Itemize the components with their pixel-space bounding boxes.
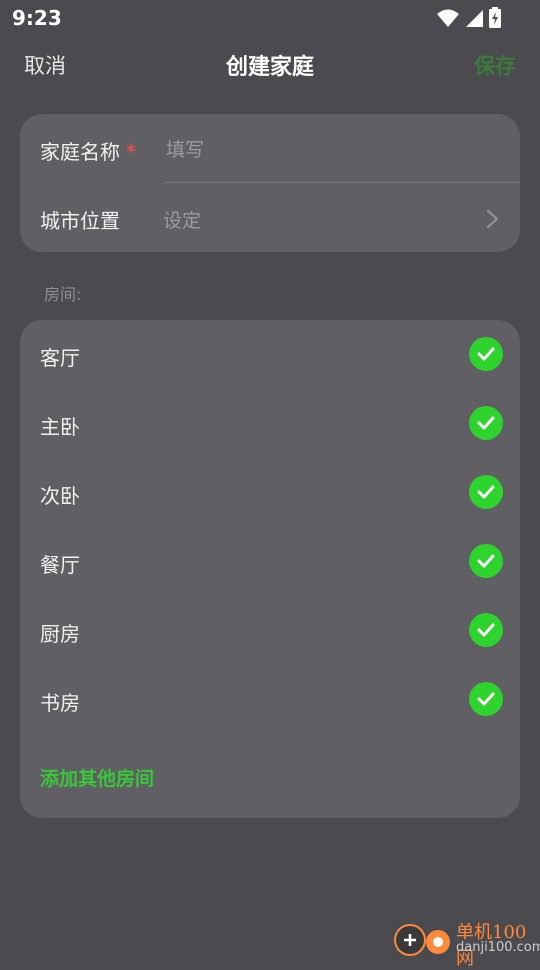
watermark: 单机100网 danji100.com bbox=[390, 916, 540, 969]
status-icons bbox=[436, 7, 502, 29]
divider bbox=[164, 182, 520, 183]
room-item-master-bedroom[interactable]: 主卧 bbox=[20, 389, 520, 458]
nav-bar: 取消 创建家庭 保存 bbox=[0, 40, 540, 88]
family-name-label-text: 家庭名称 bbox=[40, 140, 120, 164]
room-item-second-bedroom[interactable]: 次卧 bbox=[20, 458, 520, 527]
watermark-url: danji100.com bbox=[456, 940, 540, 955]
status-time: 9:23 bbox=[12, 6, 62, 30]
room-name: 餐厅 bbox=[40, 553, 80, 577]
family-info-card: 家庭名称* 城市位置 设定 bbox=[20, 114, 520, 252]
rooms-card: 客厅 主卧 次卧 餐厅 厨房 书房 添加其他房间 bbox=[20, 320, 520, 818]
checkmark-icon[interactable] bbox=[469, 613, 503, 647]
checkmark-icon[interactable] bbox=[469, 682, 503, 716]
add-other-room-button[interactable]: 添加其他房间 bbox=[40, 764, 154, 791]
room-item-study[interactable]: 书房 bbox=[20, 665, 520, 734]
room-name: 客厅 bbox=[40, 346, 80, 370]
family-name-label: 家庭名称 * bbox=[40, 136, 136, 165]
room-name: 厨房 bbox=[40, 622, 80, 646]
checkmark-icon[interactable] bbox=[469, 544, 503, 578]
room-item-living-room[interactable]: 客厅 bbox=[20, 320, 520, 389]
room-item-kitchen[interactable]: 厨房 bbox=[20, 596, 520, 665]
room-name: 主卧 bbox=[40, 415, 80, 439]
required-mark: * bbox=[126, 140, 136, 164]
save-button[interactable]: 保存 bbox=[474, 50, 516, 80]
checkmark-icon[interactable] bbox=[469, 475, 503, 509]
cellular-signal-icon bbox=[466, 10, 483, 27]
chevron-right-icon bbox=[486, 209, 499, 229]
page-title: 创建家庭 bbox=[225, 55, 314, 80]
room-name: 次卧 bbox=[40, 484, 80, 508]
wifi-icon bbox=[437, 9, 459, 27]
status-bar: 9:23 bbox=[0, 0, 540, 36]
city-location-value: 设定 bbox=[163, 210, 202, 232]
rooms-section-label: 房间: bbox=[44, 285, 82, 304]
room-name: 书房 bbox=[40, 691, 80, 715]
city-location-label: 城市位置 bbox=[40, 209, 120, 233]
battery-icon bbox=[489, 7, 501, 28]
checkmark-icon[interactable] bbox=[469, 337, 503, 371]
checkmark-icon[interactable] bbox=[469, 406, 503, 440]
family-name-input[interactable] bbox=[164, 134, 498, 166]
watermark-logo-icon bbox=[394, 924, 450, 956]
room-item-dining-room[interactable]: 餐厅 bbox=[20, 527, 520, 596]
